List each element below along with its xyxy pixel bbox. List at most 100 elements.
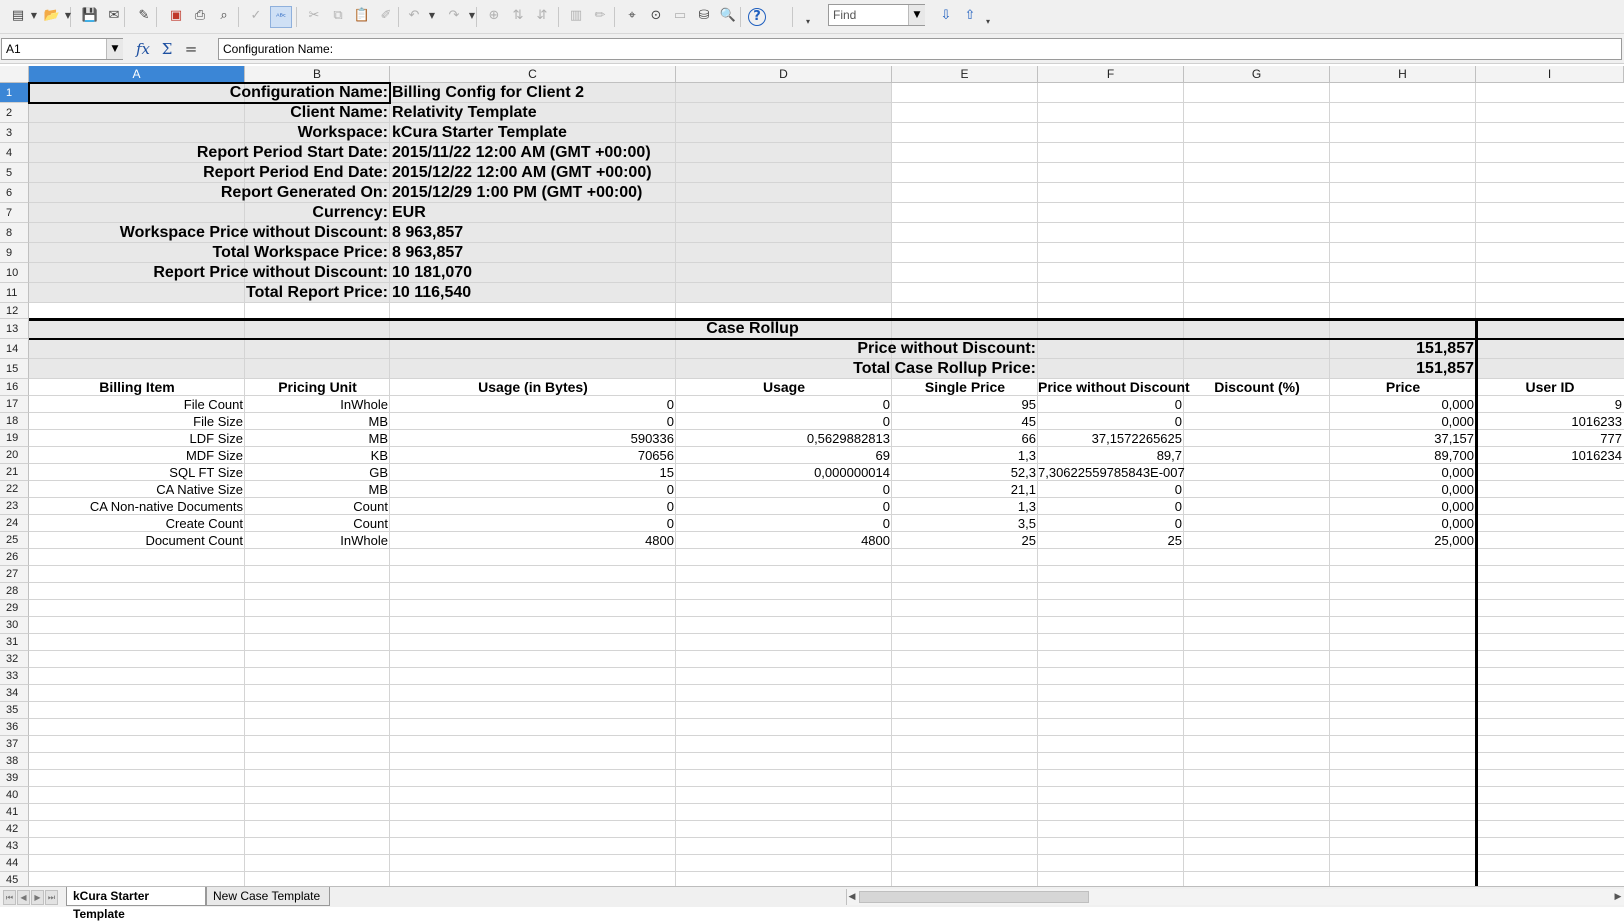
print-preview-icon[interactable]: ⌕: [214, 6, 234, 26]
row-header-23[interactable]: 23: [0, 498, 29, 515]
column-header-a[interactable]: A: [29, 66, 245, 83]
cut-icon[interactable]: ✂: [304, 6, 324, 26]
column-header-b[interactable]: B: [245, 66, 390, 83]
row-header-19[interactable]: 19: [0, 430, 29, 447]
redo-dropdown-icon[interactable]: ▼: [468, 6, 476, 26]
name-box[interactable]: A1: [1, 38, 123, 60]
row-header-24[interactable]: 24: [0, 515, 29, 532]
open-folder-icon[interactable]: 📂: [42, 6, 62, 26]
find-previous-icon[interactable]: ⇧: [960, 6, 980, 26]
copy-icon[interactable]: ⧉: [328, 6, 348, 26]
format-paintbrush-icon[interactable]: ✐: [376, 6, 396, 26]
row-header-11[interactable]: 11: [0, 283, 29, 303]
row-header-12[interactable]: 12: [0, 303, 29, 319]
column-header-g[interactable]: G: [1184, 66, 1330, 83]
row-header-37[interactable]: 37: [0, 736, 29, 753]
toolbar-overflow-icon[interactable]: ▾: [804, 12, 812, 32]
row-header-2[interactable]: 2: [0, 103, 29, 123]
row-header-6[interactable]: 6: [0, 183, 29, 203]
help-icon[interactable]: ?: [748, 8, 766, 26]
row-header-42[interactable]: 42: [0, 821, 29, 838]
horizontal-scrollbar[interactable]: ◀ ▶: [846, 889, 1624, 905]
scroll-left-icon[interactable]: ◀: [847, 889, 857, 905]
hyperlink-icon[interactable]: ⊕: [484, 6, 504, 26]
row-header-43[interactable]: 43: [0, 838, 29, 855]
row-header-14[interactable]: 14: [0, 339, 29, 359]
row-header-31[interactable]: 31: [0, 634, 29, 651]
sheet-tab-kcura-starter-template[interactable]: kCura Starter Template: [66, 887, 206, 921]
row-header-45[interactable]: 45: [0, 872, 29, 886]
sort-ascending-icon[interactable]: ⇅: [508, 6, 528, 26]
row-header-9[interactable]: 9: [0, 243, 29, 263]
column-header-d[interactable]: D: [676, 66, 892, 83]
row-header-29[interactable]: 29: [0, 600, 29, 617]
find-next-icon[interactable]: ⇩: [936, 6, 956, 26]
row-header-1[interactable]: 1: [0, 83, 29, 103]
function-wizard-icon[interactable]: fx: [134, 40, 152, 58]
next-sheet-icon[interactable]: ▶: [31, 890, 44, 905]
save-icon[interactable]: 💾: [80, 6, 100, 26]
active-cell-cursor[interactable]: [28, 82, 391, 104]
row-header-40[interactable]: 40: [0, 787, 29, 804]
gallery-icon[interactable]: ▭: [670, 6, 690, 26]
row-header-5[interactable]: 5: [0, 163, 29, 183]
row-header-34[interactable]: 34: [0, 685, 29, 702]
row-header-41[interactable]: 41: [0, 804, 29, 821]
row-header-22[interactable]: 22: [0, 481, 29, 498]
row-header-39[interactable]: 39: [0, 770, 29, 787]
column-header-c[interactable]: C: [390, 66, 676, 83]
edit-file-icon[interactable]: ✎: [134, 6, 154, 26]
row-header-20[interactable]: 20: [0, 447, 29, 464]
find-replace-icon[interactable]: ⌖: [622, 6, 642, 26]
column-header-e[interactable]: E: [892, 66, 1038, 83]
row-header-18[interactable]: 18: [0, 413, 29, 430]
row-header-28[interactable]: 28: [0, 583, 29, 600]
chart-icon[interactable]: ▥: [566, 6, 586, 26]
row-header-10[interactable]: 10: [0, 263, 29, 283]
spreadsheet-grid[interactable]: A B C D E F G H I 1 2 3 4 5 6 7 8 9 10 11 12 13 14 15 16 17 18 19 20…: [0, 66, 1624, 886]
row-header-8[interactable]: 8: [0, 223, 29, 243]
prev-sheet-icon[interactable]: ◀: [17, 890, 30, 905]
export-pdf-icon[interactable]: ▣: [166, 6, 186, 26]
row-header-3[interactable]: 3: [0, 123, 29, 143]
scroll-thumb[interactable]: [859, 891, 1089, 903]
first-sheet-icon[interactable]: ⏮: [3, 890, 16, 905]
row-header-30[interactable]: 30: [0, 617, 29, 634]
print-icon[interactable]: ⎙: [190, 6, 210, 26]
row-header-36[interactable]: 36: [0, 719, 29, 736]
undo-dropdown-icon[interactable]: ▼: [428, 6, 436, 26]
row-header-26[interactable]: 26: [0, 549, 29, 566]
row-header-17[interactable]: 17: [0, 396, 29, 413]
sort-descending-icon[interactable]: ⇵: [532, 6, 552, 26]
new-document-icon[interactable]: ▤: [8, 6, 28, 26]
row-header-4[interactable]: 4: [0, 143, 29, 163]
redo-icon[interactable]: ↷: [444, 6, 464, 26]
row-header-16[interactable]: 16: [0, 379, 29, 396]
row-header-27[interactable]: 27: [0, 566, 29, 583]
select-all-corner[interactable]: [0, 66, 29, 83]
row-header-15[interactable]: 15: [0, 359, 29, 379]
name-box-dropdown-icon[interactable]: ▼: [106, 39, 123, 59]
draw-functions-icon[interactable]: ✏: [590, 6, 610, 26]
undo-icon[interactable]: ↶: [404, 6, 424, 26]
row-header-35[interactable]: 35: [0, 702, 29, 719]
scroll-right-icon[interactable]: ▶: [1613, 889, 1623, 905]
email-icon[interactable]: ✉: [104, 6, 124, 26]
navigator-icon[interactable]: ⊙: [646, 6, 666, 26]
column-header-i[interactable]: I: [1476, 66, 1624, 83]
column-header-h[interactable]: H: [1330, 66, 1476, 83]
row-header-25[interactable]: 25: [0, 532, 29, 549]
sheet-tab-new-case-template[interactable]: New Case Template: [206, 887, 330, 906]
last-sheet-icon[interactable]: ⏭: [45, 890, 58, 905]
autospellcheck-icon[interactable]: ᴬᴮᶜ: [270, 6, 292, 28]
row-header-7[interactable]: 7: [0, 203, 29, 223]
row-header-32[interactable]: 32: [0, 651, 29, 668]
row-header-44[interactable]: 44: [0, 855, 29, 872]
new-dropdown-icon[interactable]: ▼: [30, 6, 38, 26]
find-toolbar-overflow-icon[interactable]: ▾: [984, 12, 992, 32]
spellcheck-icon[interactable]: ✓: [246, 6, 266, 26]
zoom-icon[interactable]: 🔍: [718, 6, 738, 26]
formula-input[interactable]: Configuration Name:: [218, 38, 1622, 60]
row-header-38[interactable]: 38: [0, 753, 29, 770]
row-header-13[interactable]: 13: [0, 319, 29, 339]
